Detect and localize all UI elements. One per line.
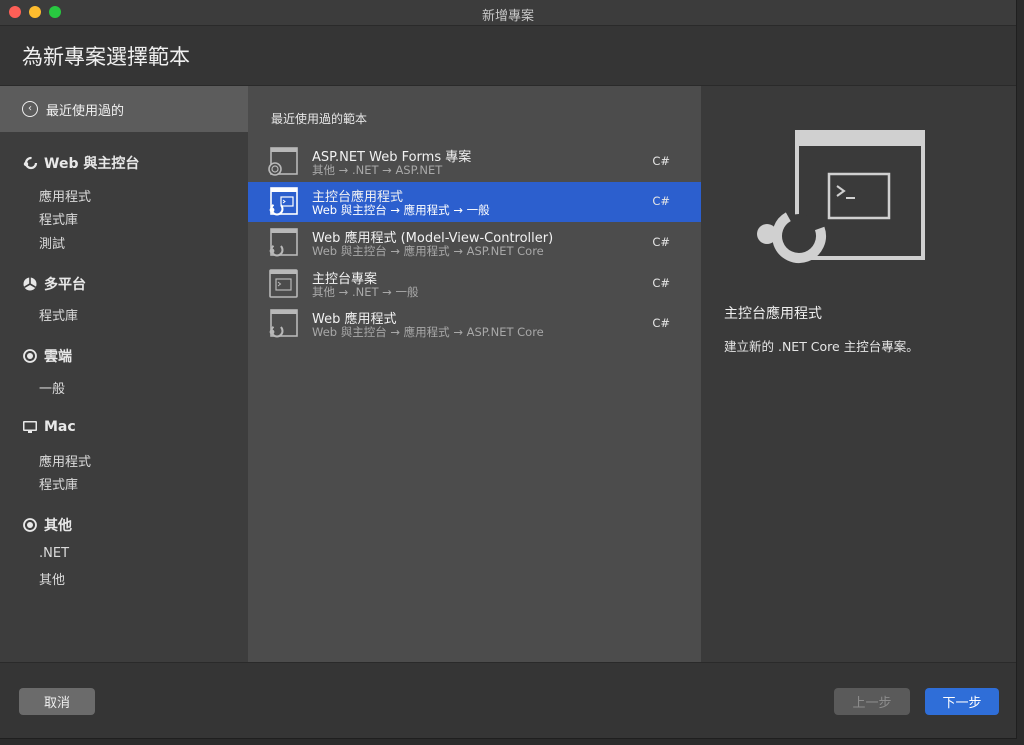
template-path: Web 與主控台 → 應用程式 → ASP.NET Core [312,244,544,258]
sidebar-item-web-tests[interactable]: 測試 [39,233,65,252]
window-title: 新增專案 [481,9,534,24]
category-sidebar: ‹ 最近使用過的 Web 與主控台 應用程式 程式庫 測試 多平台 程式庫 雲端 [0,86,248,662]
previous-button[interactable]: 上一步 [834,688,910,715]
web-app-icon [269,228,298,257]
sidebar-item-mac-libraries[interactable]: 程式庫 [39,474,78,493]
template-preview-panel: 主控台應用程式 建立新的 .NET Core 主控台專案。 [701,86,1016,662]
web-forms-icon [268,147,298,176]
sidebar-item-web-libraries[interactable]: 程式庫 [39,209,78,228]
preview-title: 主控台應用程式 [724,306,822,322]
sidebar-category-multiplatform[interactable]: 多平台 [22,274,86,294]
sidebar-item-recent[interactable]: ‹ 最近使用過的 [0,86,248,132]
console-app-icon [269,187,298,216]
template-path: 其他 → .NET → ASP.NET [312,163,443,177]
template-path: 其他 → .NET → 一般 [312,285,419,299]
console-app-preview-icon [757,130,925,263]
preview-description: 建立新的 .NET Core 主控台專案。 [724,339,919,354]
cloud-icon [22,348,38,364]
sidebar-item-other-dotnet[interactable]: .NET [39,546,69,561]
sidebar-item-label: 最近使用過的 [46,103,125,119]
sidebar-item-cloud-general[interactable]: 一般 [39,378,65,397]
mac-monitor-icon [22,419,38,435]
sidebar-category-label: Web 與主控台 [44,156,140,172]
sidebar-item-mac-apps[interactable]: 應用程式 [39,451,91,470]
next-button[interactable]: 下一步 [925,688,999,715]
sidebar-category-label: Mac [44,419,76,435]
other-icon [22,517,38,533]
sidebar-category-label: 其他 [44,518,72,534]
template-language: C# [652,194,670,208]
title-bar: 新增專案 [0,0,1016,26]
sidebar-category-cloud[interactable]: 雲端 [22,346,72,366]
template-list-panel: 最近使用過的範本 ASP.NET Web Forms 專案 其他 → .NET … [248,86,701,662]
template-path: Web 與主控台 → 應用程式 → 一般 [312,203,490,217]
sidebar-category-mac[interactable]: Mac [22,419,76,435]
web-console-icon [22,155,38,171]
sidebar-item-web-apps[interactable]: 應用程式 [39,186,91,205]
sidebar-item-multiplatform-libraries[interactable]: 程式庫 [39,305,78,324]
template-item-aspnet-web-forms[interactable]: ASP.NET Web Forms 專案 其他 → .NET → ASP.NET… [248,142,701,182]
page-title: 為新專案選擇範本 [22,45,190,69]
chevron-left-circle-icon: ‹ [22,101,38,117]
dialog-header: 為新專案選擇範本 [0,26,1016,86]
template-item-console-app[interactable]: 主控台應用程式 Web 與主控台 → 應用程式 → 一般 C# [248,182,701,222]
template-language: C# [652,276,670,290]
sidebar-category-label: 多平台 [44,277,86,293]
template-path: Web 與主控台 → 應用程式 → ASP.NET Core [312,325,544,339]
template-language: C# [652,154,670,168]
sidebar-category-web-console[interactable]: Web 與主控台 [22,153,139,173]
sidebar-category-label: 雲端 [44,349,72,365]
sidebar-category-other[interactable]: 其他 [22,515,72,535]
template-item-console-project[interactable]: 主控台專案 其他 → .NET → 一般 C# [248,264,701,304]
sidebar-item-other-other[interactable]: 其他 [39,569,65,588]
template-language: C# [652,235,670,249]
new-project-dialog: 新增專案 為新專案選擇範本 ‹ 最近使用過的 Web 與主控台 應用程式 程式庫… [0,0,1017,739]
console-project-icon [269,269,298,298]
cancel-button[interactable]: 取消 [19,688,95,715]
dialog-footer: 取消 上一步 下一步 [0,662,1016,738]
web-app-icon [269,309,298,338]
template-language: C# [652,316,670,330]
template-item-web-app-mvc[interactable]: Web 應用程式 (Model-View-Controller) Web 與主控… [248,223,701,263]
template-section-title: 最近使用過的範本 [271,112,368,126]
template-item-web-app[interactable]: Web 應用程式 Web 與主控台 → 應用程式 → ASP.NET Core … [248,304,701,344]
multiplatform-icon [22,276,38,292]
